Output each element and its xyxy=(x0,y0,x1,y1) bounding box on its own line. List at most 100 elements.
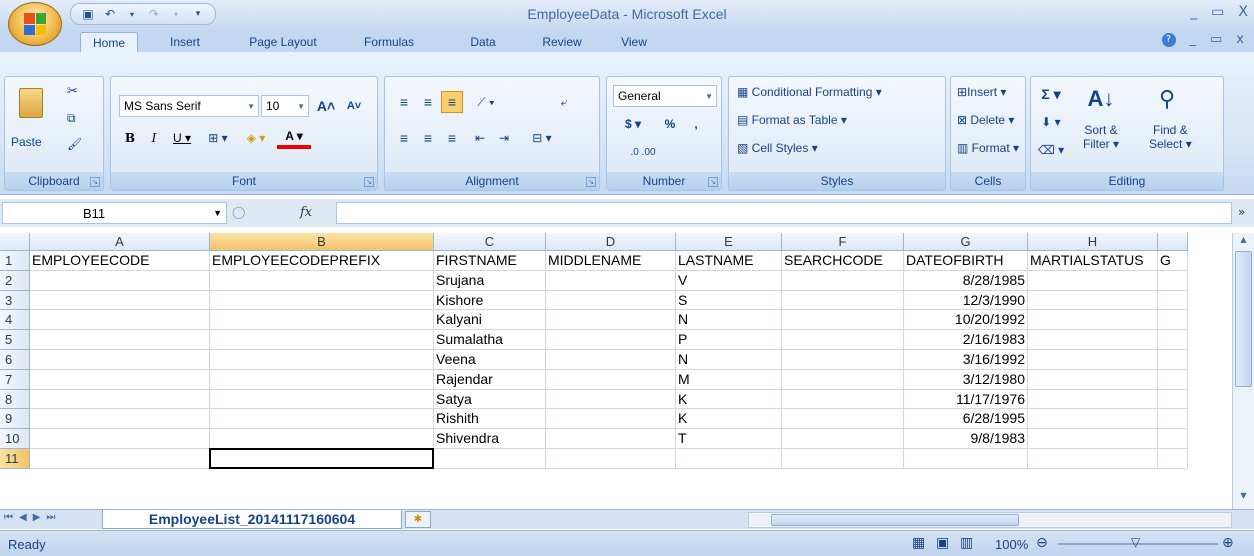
table-cell[interactable] xyxy=(210,389,434,410)
insert-cells-button[interactable]: ⊞Insert ▾ xyxy=(957,85,1006,99)
header-cell[interactable]: MARTIALSTATUS xyxy=(1028,251,1158,271)
table-cell[interactable] xyxy=(782,389,904,410)
copy-icon[interactable]: ⧉ xyxy=(67,111,76,126)
table-cell[interactable] xyxy=(782,270,904,291)
table-cell[interactable]: Sumalatha xyxy=(434,330,546,350)
table-cell[interactable] xyxy=(30,330,210,350)
sort-filter-icon[interactable]: A↓ xyxy=(1083,81,1119,117)
table-cell[interactable] xyxy=(1028,389,1158,410)
table-cell[interactable] xyxy=(782,350,904,370)
undo-icon[interactable]: ↶ xyxy=(101,5,119,23)
align-left-icon[interactable]: ≡ xyxy=(393,127,415,149)
table-cell[interactable]: S xyxy=(676,290,782,311)
table-cell[interactable]: 2/16/1983 xyxy=(904,330,1028,350)
tab-data[interactable]: Data xyxy=(462,32,504,52)
delete-cells-button[interactable]: ⊠ Delete ▾ xyxy=(957,113,1014,127)
clear-icon[interactable]: ⌫ ▾ xyxy=(1037,139,1065,161)
table-cell[interactable] xyxy=(210,350,434,370)
vertical-scroll-thumb[interactable] xyxy=(1235,251,1252,387)
table-cell[interactable] xyxy=(782,409,904,430)
format-cells-button[interactable]: ▥ Format ▾ xyxy=(957,141,1019,155)
table-cell[interactable]: 12/3/1990 xyxy=(904,290,1028,311)
header-cell[interactable]: SEARCHCODE xyxy=(782,251,904,271)
table-cell[interactable] xyxy=(546,290,676,311)
table-cell[interactable]: 3/16/1992 xyxy=(904,350,1028,370)
table-cell[interactable] xyxy=(1158,429,1188,449)
table-cell[interactable] xyxy=(30,429,210,449)
zoom-out-icon[interactable]: ⊖ xyxy=(1036,535,1048,551)
table-cell[interactable] xyxy=(546,409,676,430)
table-cell[interactable] xyxy=(904,449,1028,469)
header-cell[interactable]: EMPLOYEECODE xyxy=(30,251,210,271)
header-cell[interactable]: EMPLOYEECODEPREFIX xyxy=(210,251,434,271)
save-icon[interactable]: ▣ xyxy=(79,5,97,23)
tab-home[interactable]: Home xyxy=(80,32,138,52)
insert-function-icon[interactable]: fx xyxy=(300,205,312,220)
column-header-b[interactable]: B xyxy=(210,233,434,251)
table-cell[interactable] xyxy=(1158,310,1188,331)
orientation-icon[interactable]: ⟋ ▾ xyxy=(469,91,503,113)
borders-icon[interactable]: ⊞ ▾ xyxy=(203,127,233,149)
table-cell[interactable]: Kishore xyxy=(434,290,546,311)
table-cell[interactable]: Shivendra xyxy=(434,429,546,449)
table-cell[interactable] xyxy=(1158,389,1188,410)
table-cell[interactable] xyxy=(30,310,210,331)
table-cell[interactable] xyxy=(1028,350,1158,370)
table-cell[interactable] xyxy=(782,330,904,350)
table-cell[interactable] xyxy=(546,350,676,370)
name-box[interactable]: B11 ▼ xyxy=(2,202,227,224)
table-cell[interactable] xyxy=(1028,409,1158,430)
table-cell[interactable] xyxy=(782,310,904,331)
align-right-icon[interactable]: ≡ xyxy=(441,127,463,149)
column-header-h[interactable]: H xyxy=(1028,233,1158,251)
redo-icon[interactable]: ↷ xyxy=(145,5,163,23)
table-cell[interactable] xyxy=(1028,310,1158,331)
table-cell[interactable] xyxy=(546,429,676,449)
table-cell[interactable]: V xyxy=(676,270,782,291)
horizontal-scrollbar[interactable] xyxy=(748,512,1232,528)
font-color-icon[interactable]: A ▾ xyxy=(277,127,311,149)
number-format-select[interactable]: General ▼ xyxy=(613,85,717,107)
bold-icon[interactable]: B xyxy=(119,127,141,149)
table-cell[interactable]: 3/12/1980 xyxy=(904,369,1028,390)
binoculars-icon[interactable]: ⚲ xyxy=(1149,81,1185,117)
redo-dropdown-icon[interactable]: ▾ xyxy=(167,5,185,23)
scroll-up-icon[interactable]: ▲ xyxy=(1235,235,1252,247)
table-cell[interactable] xyxy=(30,389,210,410)
conditional-formatting-button[interactable]: ▦ Conditional Formatting ▾ xyxy=(737,85,882,99)
formula-input[interactable] xyxy=(336,202,1232,224)
table-cell[interactable] xyxy=(782,429,904,449)
tab-review[interactable]: Review xyxy=(534,32,590,52)
scroll-down-icon[interactable]: ▼ xyxy=(1235,491,1252,503)
grow-font-icon[interactable]: A˄ xyxy=(313,95,339,117)
undo-dropdown-icon[interactable]: ▾ xyxy=(123,5,141,23)
table-cell[interactable]: Satya xyxy=(434,389,546,410)
zoom-level[interactable]: 100% xyxy=(995,537,1028,552)
table-cell[interactable] xyxy=(1158,330,1188,350)
header-cell[interactable]: LASTNAME xyxy=(676,251,782,271)
sheet-tab-employeelist[interactable]: EmployeeList_20141117160604 xyxy=(102,510,402,529)
merge-center-icon[interactable]: ⊟ ▾ xyxy=(525,127,559,149)
tab-formulas[interactable]: Formulas xyxy=(352,32,426,52)
align-bottom-icon[interactable]: ≡ xyxy=(441,91,463,113)
table-cell[interactable]: K xyxy=(676,409,782,430)
italic-icon[interactable]: I xyxy=(143,127,165,149)
table-cell[interactable] xyxy=(546,310,676,331)
table-cell[interactable]: Rishith xyxy=(434,409,546,430)
ribbon-close-button[interactable]: x xyxy=(1236,32,1244,47)
column-header-g[interactable]: G xyxy=(904,233,1028,251)
table-cell[interactable] xyxy=(434,449,546,469)
percent-icon[interactable]: % xyxy=(659,113,681,135)
currency-icon[interactable]: $ ▾ xyxy=(613,113,653,135)
cut-icon[interactable]: ✂ xyxy=(67,83,78,99)
underline-icon[interactable]: U ▾ xyxy=(167,127,197,149)
table-cell[interactable]: P xyxy=(676,330,782,350)
select-all-corner[interactable] xyxy=(0,233,30,251)
wrap-text-icon[interactable]: ⤶ xyxy=(553,91,575,113)
table-cell[interactable] xyxy=(210,310,434,331)
comma-icon[interactable]: , xyxy=(685,113,707,135)
table-cell[interactable] xyxy=(782,290,904,311)
prev-sheet-icon[interactable]: ◀ xyxy=(19,512,27,523)
table-cell[interactable]: 6/28/1995 xyxy=(904,409,1028,430)
paste-button[interactable] xyxy=(9,83,53,123)
